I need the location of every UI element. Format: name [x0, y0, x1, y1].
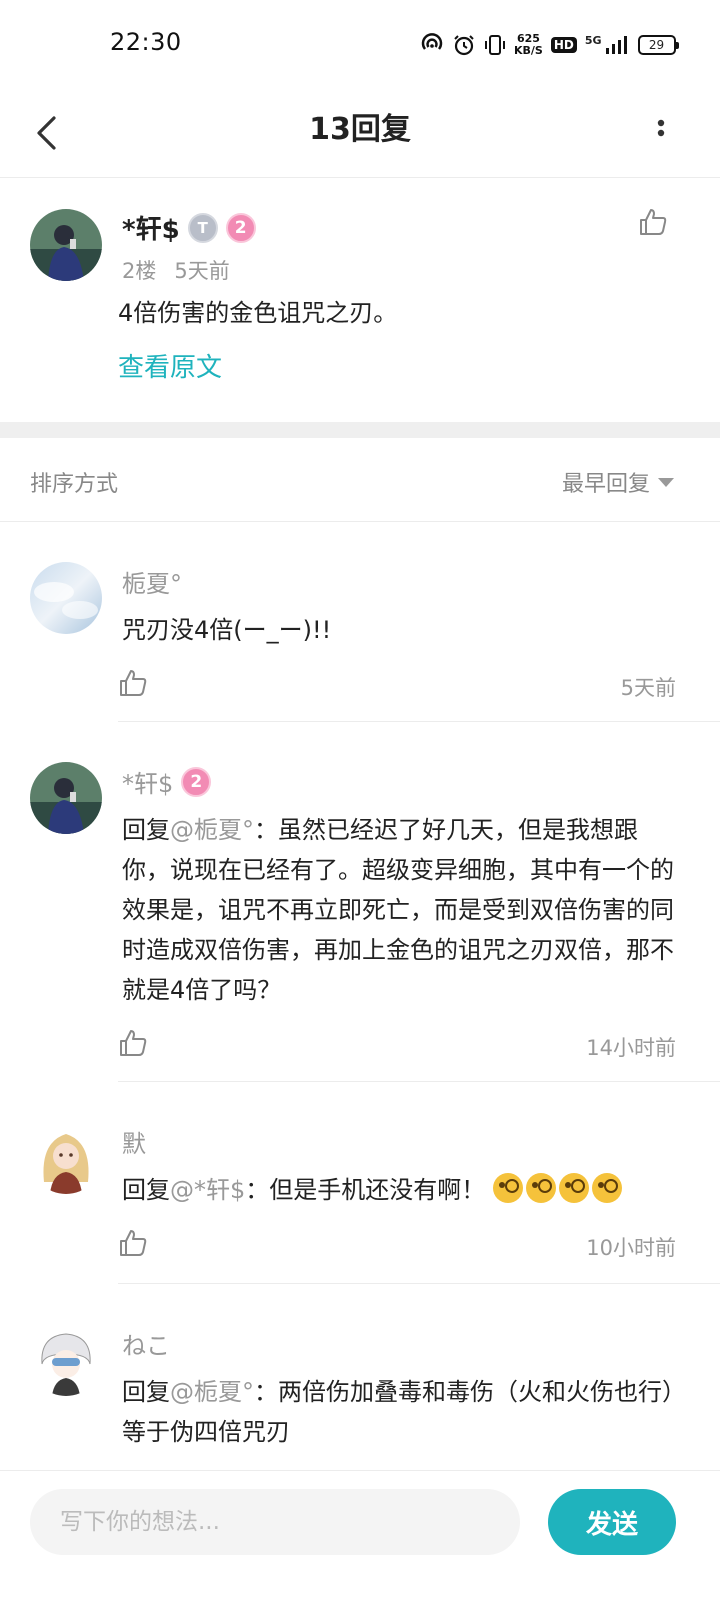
like-button[interactable] [118, 1228, 148, 1262]
author-name[interactable]: *轩$ [122, 209, 180, 246]
reply-content: 回复@*轩$：但是手机还没有啊！ [122, 1170, 682, 1210]
reply-content: 回复@栀夏°：虽然已经迟了好几天，但是我想跟你，说现在已经有了。超级变异细胞，其… [122, 810, 682, 1010]
send-button[interactable]: 发送 [548, 1489, 676, 1555]
reply-author-row: 栀夏° [122, 564, 182, 599]
reply-prefix: 回复 [122, 816, 170, 844]
page-title: 13回复 [309, 112, 411, 147]
avatar[interactable] [30, 562, 102, 634]
reply-author-name[interactable]: *轩$ [122, 764, 173, 799]
reply-prefix: 回复 [122, 1378, 170, 1406]
net-speed-unit: KB/S [514, 44, 543, 57]
reply-time: 5天前 [620, 676, 676, 700]
thumbs-up-icon [120, 1230, 147, 1256]
main-post: *轩$ T 2 2楼 5天前 4倍伤害的金色诅咒之刃。 查看原文 [0, 179, 720, 422]
hotspot-icon [420, 33, 444, 57]
thumbs-up-icon [120, 670, 147, 696]
reply-author-row: 默 [122, 1124, 146, 1159]
mention-link[interactable]: @*轩$ [170, 1176, 245, 1204]
network-type: 5G [584, 34, 602, 47]
floor-number: 2楼 [122, 259, 157, 283]
reply-text: ：虽然已经迟了好几天，但是我想跟你，说现在已经有了。超级变异细胞，其中有一个的效… [122, 816, 674, 1004]
avatar[interactable] [30, 209, 102, 281]
reply-author-name[interactable]: 默 [122, 1124, 146, 1159]
reply-text: ：但是手机还没有啊！ [245, 1176, 486, 1204]
reply-item: *轩$ 2 回复@栀夏°：虽然已经迟了好几天，但是我想跟你，说现在已经有了。超级… [0, 722, 720, 1082]
more-vertical-icon [657, 119, 665, 137]
avatar[interactable] [30, 762, 102, 834]
post-content: 4倍伤害的金色诅咒之刃。 [118, 299, 398, 327]
monocle-emoji-icon [492, 1173, 523, 1203]
avatar[interactable] [30, 1122, 102, 1194]
reply-content: 回复@栀夏°：两倍伤加叠毒和毒伤（火和火伤也行）等于伪四倍咒刃 [122, 1372, 682, 1452]
like-button[interactable] [118, 668, 148, 702]
caret-down-icon [658, 477, 674, 487]
main-author-row: *轩$ T 2 [122, 209, 256, 246]
status-bar: 22:30 625 KB/S HD 5G 29 [0, 0, 720, 90]
level-badge: 2 [225, 212, 256, 243]
monocle-emoji-icon [558, 1173, 589, 1203]
mention-link[interactable]: @栀夏° [170, 1378, 254, 1406]
like-button[interactable] [118, 1028, 148, 1062]
reply-author-name[interactable]: ねこ [122, 1326, 170, 1361]
battery-icon: 29 [637, 35, 679, 55]
status-icons: 625 KB/S HD 5G 29 [420, 28, 679, 62]
alarm-icon [452, 33, 476, 57]
reply-time: 14小时前 [586, 1036, 676, 1060]
reply-content: 咒刃没4倍(ー_ー)!! [122, 610, 682, 650]
mention-link[interactable]: @栀夏° [170, 816, 254, 844]
reply-author-name[interactable]: 栀夏° [122, 564, 182, 599]
like-button[interactable] [638, 207, 668, 241]
signal-5g-icon: 5G [585, 34, 630, 56]
view-original-link[interactable]: 查看原文 [118, 347, 222, 384]
level-badge: 2 [181, 766, 212, 797]
more-button[interactable] [646, 108, 676, 158]
sort-bar: 排序方式 最早回复 [0, 438, 720, 522]
comment-bar: 发送 [0, 1470, 720, 1600]
reply-author-row: ねこ [122, 1326, 170, 1361]
battery-level: 29 [648, 38, 665, 52]
post-meta: 2楼 5天前 [122, 255, 230, 285]
reply-prefix: 回复 [122, 1176, 170, 1204]
thumbs-up-icon [120, 1030, 147, 1056]
sort-label: 排序方式 [30, 472, 119, 497]
comment-input[interactable] [30, 1489, 520, 1555]
hd-badge: HD [550, 37, 577, 53]
reply-item: ねこ 回复@栀夏°：两倍伤加叠毒和毒伤（火和火伤也行）等于伪四倍咒刃 [0, 1284, 720, 1470]
title-badge: T [187, 212, 218, 243]
status-time: 22:30 [110, 28, 182, 56]
reply-item: 栀夏° 咒刃没4倍(ー_ー)!! 5天前 [0, 522, 720, 722]
vibrate-icon [484, 33, 506, 57]
section-divider [0, 422, 720, 438]
reply-author-row: *轩$ 2 [122, 764, 212, 799]
monocle-emoji-icon [525, 1173, 556, 1203]
post-time: 5天前 [174, 259, 230, 283]
avatar[interactable] [30, 1324, 102, 1396]
reply-text: 咒刃没4倍(ー_ー)!! [122, 616, 332, 644]
thumbs-up-icon [640, 209, 667, 235]
sort-dropdown[interactable]: 最早回复 [562, 466, 674, 498]
net-speed: 625 KB/S [514, 33, 543, 57]
sort-selected: 最早回复 [561, 472, 650, 497]
nav-header: 13回复 [0, 90, 720, 178]
reply-item: 默 回复@*轩$：但是手机还没有啊！ 10小时前 [0, 1082, 720, 1284]
monocle-emoji-icon [591, 1173, 622, 1203]
reply-time: 10小时前 [586, 1236, 676, 1260]
